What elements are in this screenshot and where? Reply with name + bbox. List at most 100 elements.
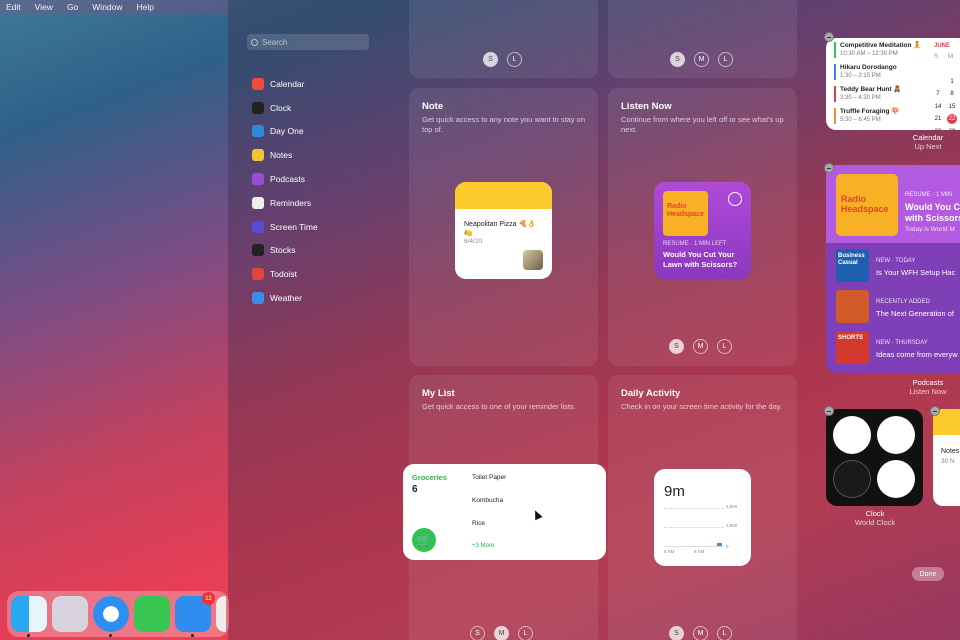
remove-widget-button[interactable] [930,406,940,416]
calendar-day: 15 [948,103,956,110]
menu-help[interactable]: Help [137,2,154,12]
size-picker-listen-now: S M L [669,339,732,354]
x-axis-label: 6 AM [694,549,705,554]
sidebar-item-label: Notes [270,150,293,161]
size-s-button[interactable]: S [483,52,498,67]
sidebar-item-stocks[interactable]: Stocks [240,239,380,263]
launchpad-icon[interactable] [52,596,88,632]
size-s-button[interactable]: S [470,626,485,640]
notes-app-icon [252,149,264,162]
size-s-button[interactable]: S [670,52,685,67]
size-l-button[interactable]: L [518,626,533,640]
panel-title: Listen Now [621,101,672,112]
event-time: 1:30 – 2:15 PM [840,73,881,79]
list-name: Groceries [412,473,448,482]
listen-now-widget-preview[interactable]: Radio Headspace RESUME · 1 MIN LEFT Woul… [654,182,751,279]
sidebar-item-label: Todoist [270,269,297,280]
menu-edit[interactable]: Edit [6,2,21,12]
finder-icon[interactable] [11,596,47,637]
remove-widget-button[interactable] [824,32,834,42]
size-m-button[interactable]: M [694,52,709,67]
search-input[interactable]: Search [247,34,369,50]
size-m-button[interactable]: M [693,626,708,640]
world-clock-widget[interactable] [826,409,923,506]
remove-widget-button[interactable] [824,163,834,173]
grid-line [664,527,724,528]
screen-time-total: 9m [664,483,685,500]
calendar-day: 1 [950,78,954,85]
stocks-app-icon [252,244,264,257]
sidebar-item-todoist[interactable]: Todoist [240,262,380,286]
y-axis-label: 0 [726,544,729,549]
calendar-event[interactable]: Competitive Meditation 🧘 10:30 AM – 12:30… [834,42,921,58]
podcasts-widget[interactable]: Radio Headspace RESUME · 1 MIN Would You… [826,165,960,373]
size-l-button[interactable]: L [507,52,522,67]
menu-go[interactable]: Go [67,2,78,12]
episode-cover [836,290,869,323]
episode-title[interactable]: Is Your WFH Setup Hac [876,268,955,277]
sidebar-item-calendar[interactable]: Calendar [240,72,380,96]
daily-activity-widget-preview[interactable]: 9m 3,600 1,800 0 6 AM 6 AM [654,469,751,566]
listen-now-widget-panel: Listen Now Continue from where you left … [608,88,797,366]
x-axis-label: 6 AM [664,549,675,554]
menu-window[interactable]: Window [92,2,122,12]
episode-title[interactable]: Ideas come from everyw [876,350,958,359]
calendar-event[interactable]: Hikaru Dorodango 1:30 – 2:15 PM [834,64,897,80]
widget-subname: Listen Now [909,387,947,396]
episode-meta: NEW · TODAY [876,258,916,264]
list-item: Toilet Paper [472,474,507,481]
size-s-button[interactable]: S [669,626,684,640]
clock-face [833,460,871,498]
sidebar-item-clock[interactable]: Clock [240,96,380,120]
safari-icon[interactable] [93,596,129,637]
app-icon[interactable] [216,596,226,632]
search-icon [251,38,258,46]
episode-title: Would You Cu [905,202,960,212]
size-s-button[interactable]: S [669,339,684,354]
note-text: Neapolitan Pizza 🍕👌 [464,221,536,228]
mail-icon[interactable]: 11 [175,592,215,637]
episode-title-line2: with Scissors [905,213,960,223]
sidebar-item-screen-time[interactable]: Screen Time [240,215,380,239]
menu-bar: Edit View Go Window Help [0,0,230,14]
panel-title: Daily Activity [621,388,681,399]
calendar-day: 14 [934,103,942,110]
calendar-event[interactable]: Truffle Foraging 🍄 5:30 – 6:45 PM [834,108,899,124]
sidebar-item-label: Clock [270,102,292,113]
sidebar-item-weather[interactable]: Weather [240,286,380,310]
sidebar-item-day-one[interactable]: Day One [240,120,380,144]
weekday-header: S [934,54,939,60]
event-title: Teddy Bear Hunt 🧸 [840,86,902,93]
screen-time-app-icon [252,220,264,233]
my-list-widget-preview[interactable]: Groceries 6 🛒 Toilet Paper Kombucha Rice… [403,464,606,560]
menu-view[interactable]: View [35,2,53,12]
note-widget-preview[interactable]: Neapolitan Pizza 🍕👌 🍋 6/4/20 [455,182,552,279]
size-l-button[interactable]: L [718,52,733,67]
remove-widget-button[interactable] [824,406,834,416]
panel-description: Get quick access to any note you want to… [422,115,586,134]
episode-cover: SHORTS [836,331,869,364]
calendar-day: 28 [933,127,943,131]
messages-icon[interactable] [134,596,170,632]
size-m-button[interactable]: M [494,626,509,640]
sidebar-item-notes[interactable]: Notes [240,143,380,167]
podcasts-app-icon [252,173,264,186]
size-l-button[interactable]: L [717,626,732,640]
size-l-button[interactable]: L [717,339,732,354]
dock: 11 [7,591,229,637]
note-thumbnail [523,250,543,270]
list-item: Kombucha [472,497,504,504]
widget-sidebar: Search Calendar Clock Day One Notes Podcasts… [240,30,380,310]
clock-widget-label: Clock World Clock [825,509,925,527]
notes-widget[interactable]: Notes 30 N [933,409,960,506]
sidebar-item-reminders[interactable]: Reminders [240,191,380,215]
size-m-button[interactable]: M [693,339,708,354]
done-button[interactable]: Done [912,567,944,581]
sidebar-item-podcasts[interactable]: Podcasts [240,167,380,191]
calendar-widget[interactable]: Competitive Meditation 🧘 10:30 AM – 12:30… [826,38,960,130]
event-title: Hikaru Dorodango [840,64,897,71]
list-item: Rice [472,520,486,527]
weather-app-icon [252,292,264,305]
calendar-event[interactable]: Teddy Bear Hunt 🧸 3:30 – 4:30 PM [834,86,901,102]
episode-title[interactable]: The Next Generation of [876,309,954,318]
